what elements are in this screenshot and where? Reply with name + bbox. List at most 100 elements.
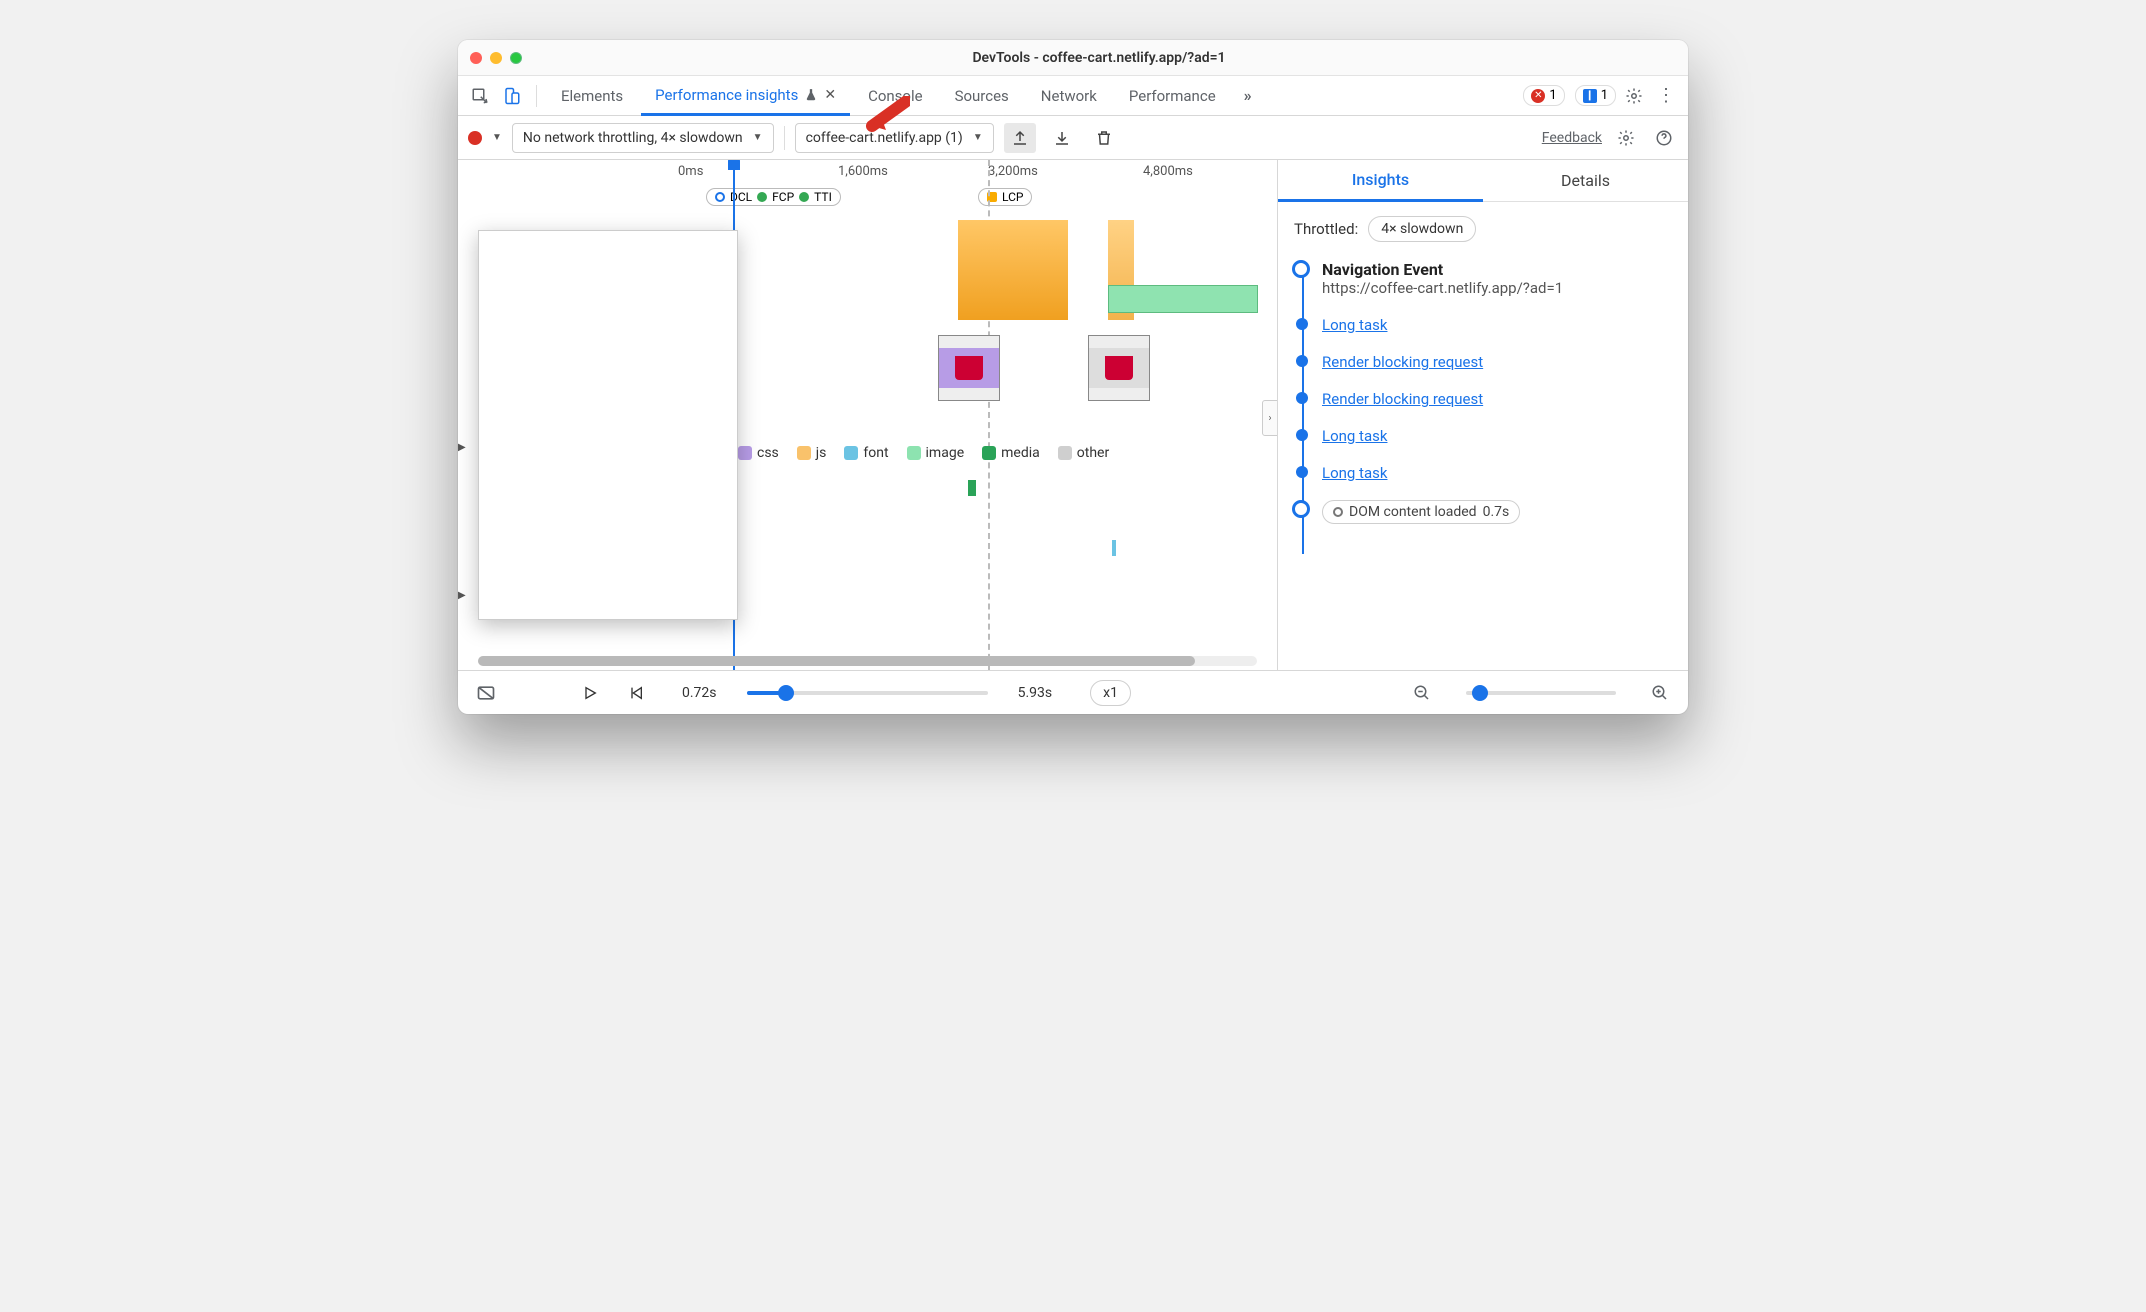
divider [536, 85, 537, 107]
block-network[interactable] [1108, 285, 1258, 313]
main-area: 0ms 1,600ms 3,200ms 4,800ms DCL FCP TTI … [458, 160, 1688, 670]
legend-other-icon [1058, 446, 1072, 460]
marker-dcl[interactable]: DCL FCP TTI [706, 188, 841, 206]
legend-label: other [1077, 445, 1109, 461]
more-tabs-icon[interactable]: » [1234, 82, 1262, 110]
legend-label: js [816, 445, 827, 461]
tab-network[interactable]: Network [1027, 76, 1111, 116]
zoom-knob[interactable] [1472, 685, 1488, 701]
time-end: 5.93s [1018, 685, 1053, 701]
insights-body: Throttled: 4× slowdown Navigation Event … [1278, 202, 1688, 670]
insight-link[interactable]: Long task [1322, 464, 1387, 482]
traffic-lights [470, 52, 522, 64]
insight-link[interactable]: Long task [1322, 427, 1387, 445]
block-main-thread[interactable] [958, 220, 1068, 320]
zoom-window-button[interactable] [510, 52, 522, 64]
chevron-down-icon: ▼ [973, 132, 983, 143]
legend-css-icon [738, 446, 752, 460]
record-menu-chevron[interactable]: ▼ [492, 132, 502, 143]
panel-settings-icon[interactable] [1612, 124, 1640, 152]
more-options-icon[interactable]: ⋮ [1652, 82, 1680, 110]
toggle-visibility-icon[interactable] [472, 679, 500, 707]
insight-item[interactable]: Long task [1322, 426, 1672, 445]
tab-performance-insights[interactable]: Performance insights ✕ [641, 76, 850, 116]
nav-event-title: Navigation Event [1322, 260, 1672, 279]
legend-js-icon [797, 446, 811, 460]
import-button[interactable] [1046, 123, 1078, 153]
fcp-icon [757, 192, 767, 202]
window-title: DevTools - coffee-cart.netlify.app/?ad=1 [522, 50, 1676, 66]
playback-bar: 0.72s 5.93s x1 [458, 670, 1688, 714]
throttled-pill[interactable]: 4× slowdown [1368, 216, 1476, 242]
flask-icon [804, 88, 818, 102]
filmstrip-frame[interactable] [1088, 335, 1150, 401]
marker-label: LCP [1002, 190, 1023, 204]
dcl-item[interactable]: DOM content loaded 0.7s [1322, 500, 1672, 524]
zoom-in-icon[interactable] [1646, 679, 1674, 707]
timeline-panel[interactable]: 0ms 1,600ms 3,200ms 4,800ms DCL FCP TTI … [458, 160, 1278, 670]
insight-item[interactable]: Render blocking request [1322, 389, 1672, 408]
playback-slider[interactable] [747, 691, 988, 695]
speed-pill[interactable]: x1 [1090, 680, 1131, 706]
tab-details[interactable]: Details [1483, 160, 1688, 201]
insight-link[interactable]: Render blocking request [1322, 390, 1483, 408]
h-scrollbar[interactable] [478, 656, 1257, 666]
side-tabs: Insights Details [1278, 160, 1688, 202]
expand-side-icon[interactable]: › [1262, 400, 1278, 436]
errors-count: 1 [1549, 88, 1556, 103]
issues-count: 1 [1601, 88, 1608, 103]
time-start: 0.72s [682, 685, 717, 701]
dcl-label: DOM content loaded [1349, 504, 1477, 520]
delete-button[interactable] [1088, 123, 1120, 153]
marker-lcp[interactable]: LCP [978, 188, 1032, 206]
device-toolbar-icon[interactable] [498, 82, 526, 110]
rewind-icon[interactable] [622, 679, 650, 707]
tab-elements[interactable]: Elements [547, 76, 637, 116]
tab-insights[interactable]: Insights [1278, 160, 1483, 202]
insight-link[interactable]: Long task [1322, 316, 1387, 334]
settings-icon[interactable] [1620, 82, 1648, 110]
throttling-select[interactable]: No network throttling, 4× slowdown ▼ [512, 123, 774, 153]
throttled-label: Throttled: [1294, 220, 1358, 238]
marker-label: FCP [772, 190, 794, 204]
tab-performance[interactable]: Performance [1115, 76, 1230, 116]
insight-item[interactable]: Long task [1322, 315, 1672, 334]
expand-track-icon[interactable]: ▶ [458, 590, 466, 601]
record-button[interactable] [468, 131, 482, 145]
zoom-slider[interactable] [1466, 691, 1616, 695]
minimize-window-button[interactable] [490, 52, 502, 64]
expand-track-icon[interactable]: ▶ [458, 442, 466, 453]
insight-item[interactable]: Render blocking request [1322, 352, 1672, 371]
play-icon[interactable] [576, 679, 604, 707]
track-font-item[interactable] [1112, 540, 1116, 556]
issue-icon: ❙ [1583, 89, 1597, 103]
close-window-button[interactable] [470, 52, 482, 64]
export-button[interactable] [1004, 123, 1036, 153]
legend-label: image [926, 445, 965, 461]
tick-label: 1,600ms [838, 164, 888, 179]
track-media-item[interactable] [968, 480, 976, 496]
issues-badge[interactable]: ❙ 1 [1575, 85, 1616, 106]
nav-event-url: https://coffee-cart.netlify.app/?ad=1 [1322, 279, 1672, 297]
insights-toolbar: ▼ No network throttling, 4× slowdown ▼ c… [458, 116, 1688, 160]
feedback-link[interactable]: Feedback [1542, 130, 1602, 146]
tti-icon [799, 192, 809, 202]
errors-badge[interactable]: ✕ 1 [1523, 85, 1564, 106]
network-legend: css js font image media other [738, 445, 1109, 461]
filmstrip-frame[interactable] [938, 335, 1000, 401]
h-scroll-thumb[interactable] [478, 656, 1195, 666]
zoom-out-icon[interactable] [1408, 679, 1436, 707]
insight-link[interactable]: Render blocking request [1322, 353, 1483, 371]
main-tabs: Elements Performance insights ✕ Console … [458, 76, 1688, 116]
tab-sources[interactable]: Sources [941, 76, 1023, 116]
insight-item[interactable]: Long task [1322, 463, 1672, 482]
legend-media-icon [982, 446, 996, 460]
inspect-element-icon[interactable] [466, 82, 494, 110]
help-icon[interactable] [1650, 124, 1678, 152]
close-tab-icon[interactable]: ✕ [824, 87, 836, 103]
tab-label: Performance insights [655, 86, 798, 104]
nav-event-item[interactable]: Navigation Event https://coffee-cart.net… [1322, 260, 1672, 297]
chevron-down-icon: ▼ [753, 132, 763, 143]
marker-label: TTI [814, 190, 832, 204]
slider-knob[interactable] [778, 685, 794, 701]
